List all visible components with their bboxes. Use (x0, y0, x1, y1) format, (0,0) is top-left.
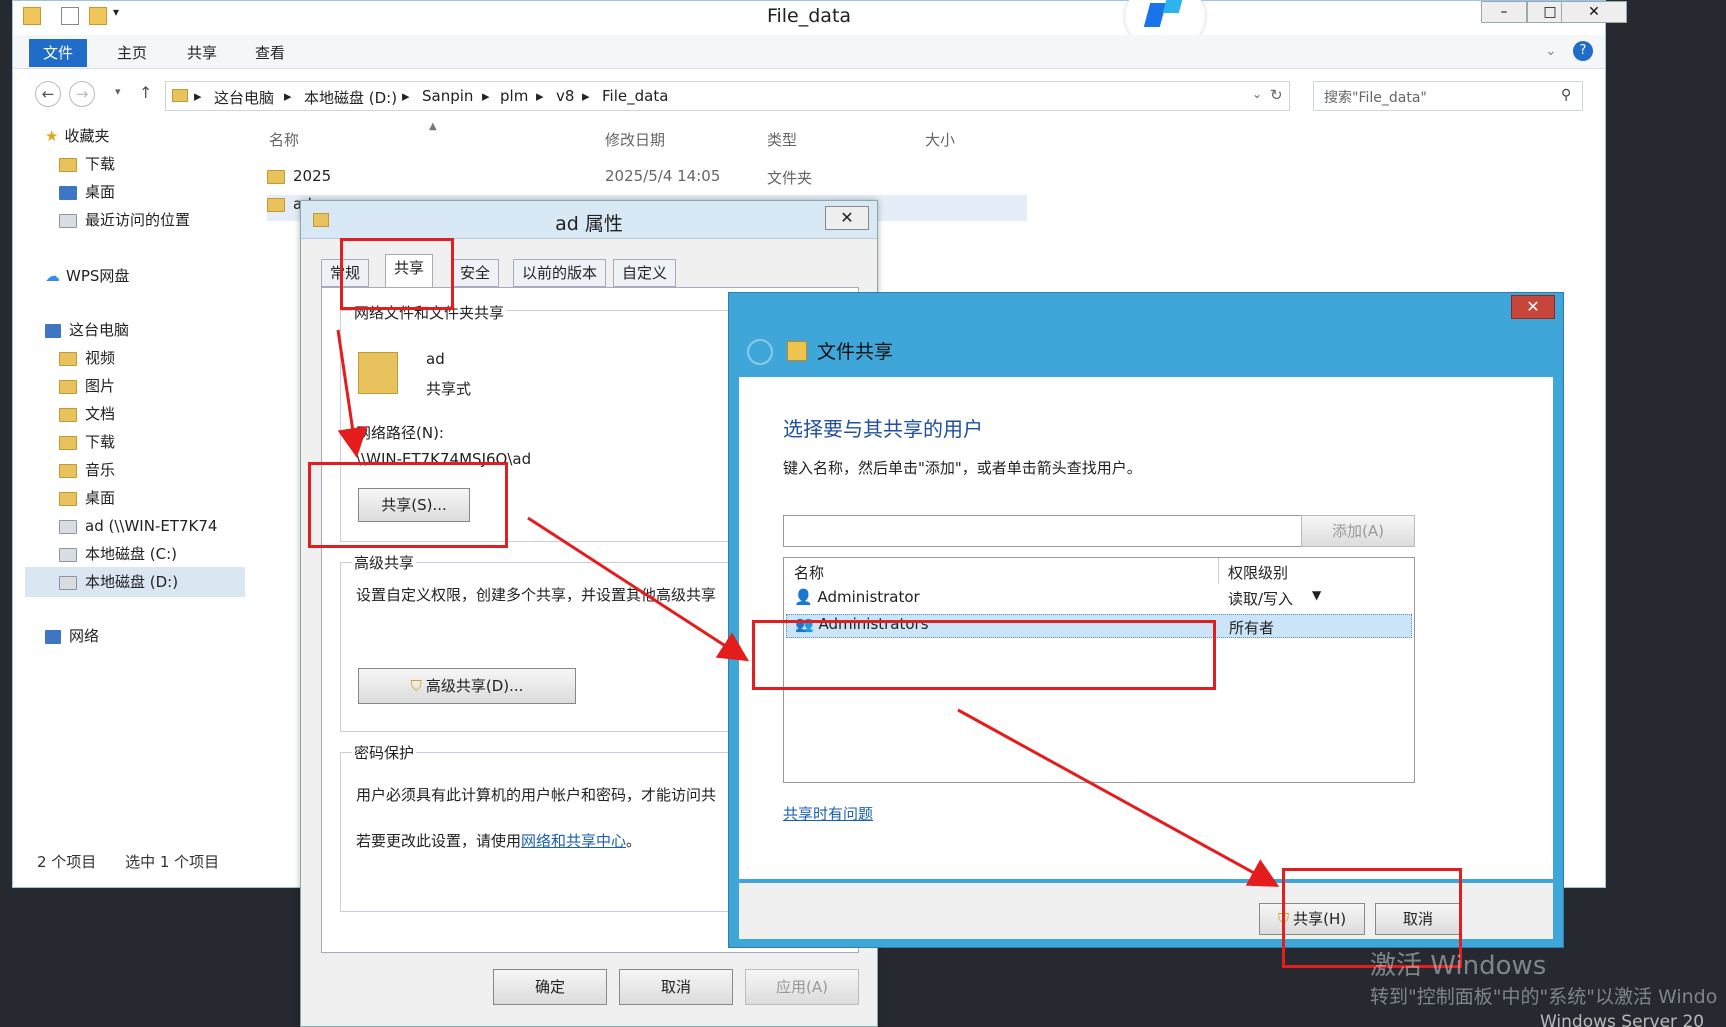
activation-watermark-text: 转到"控制面板"中的"系统"以激活 Windo (1370, 986, 1718, 1008)
arrow-to-share-button (336, 329, 368, 458)
arrow-to-share-confirm (957, 708, 1280, 887)
activation-watermark-title: 激活 Windows (1370, 951, 1547, 981)
arrow-to-share-dialog (527, 516, 750, 662)
annotation-arrows (336, 329, 1280, 887)
activation-watermark-os: Windows Server 20 (1540, 1012, 1705, 1027)
